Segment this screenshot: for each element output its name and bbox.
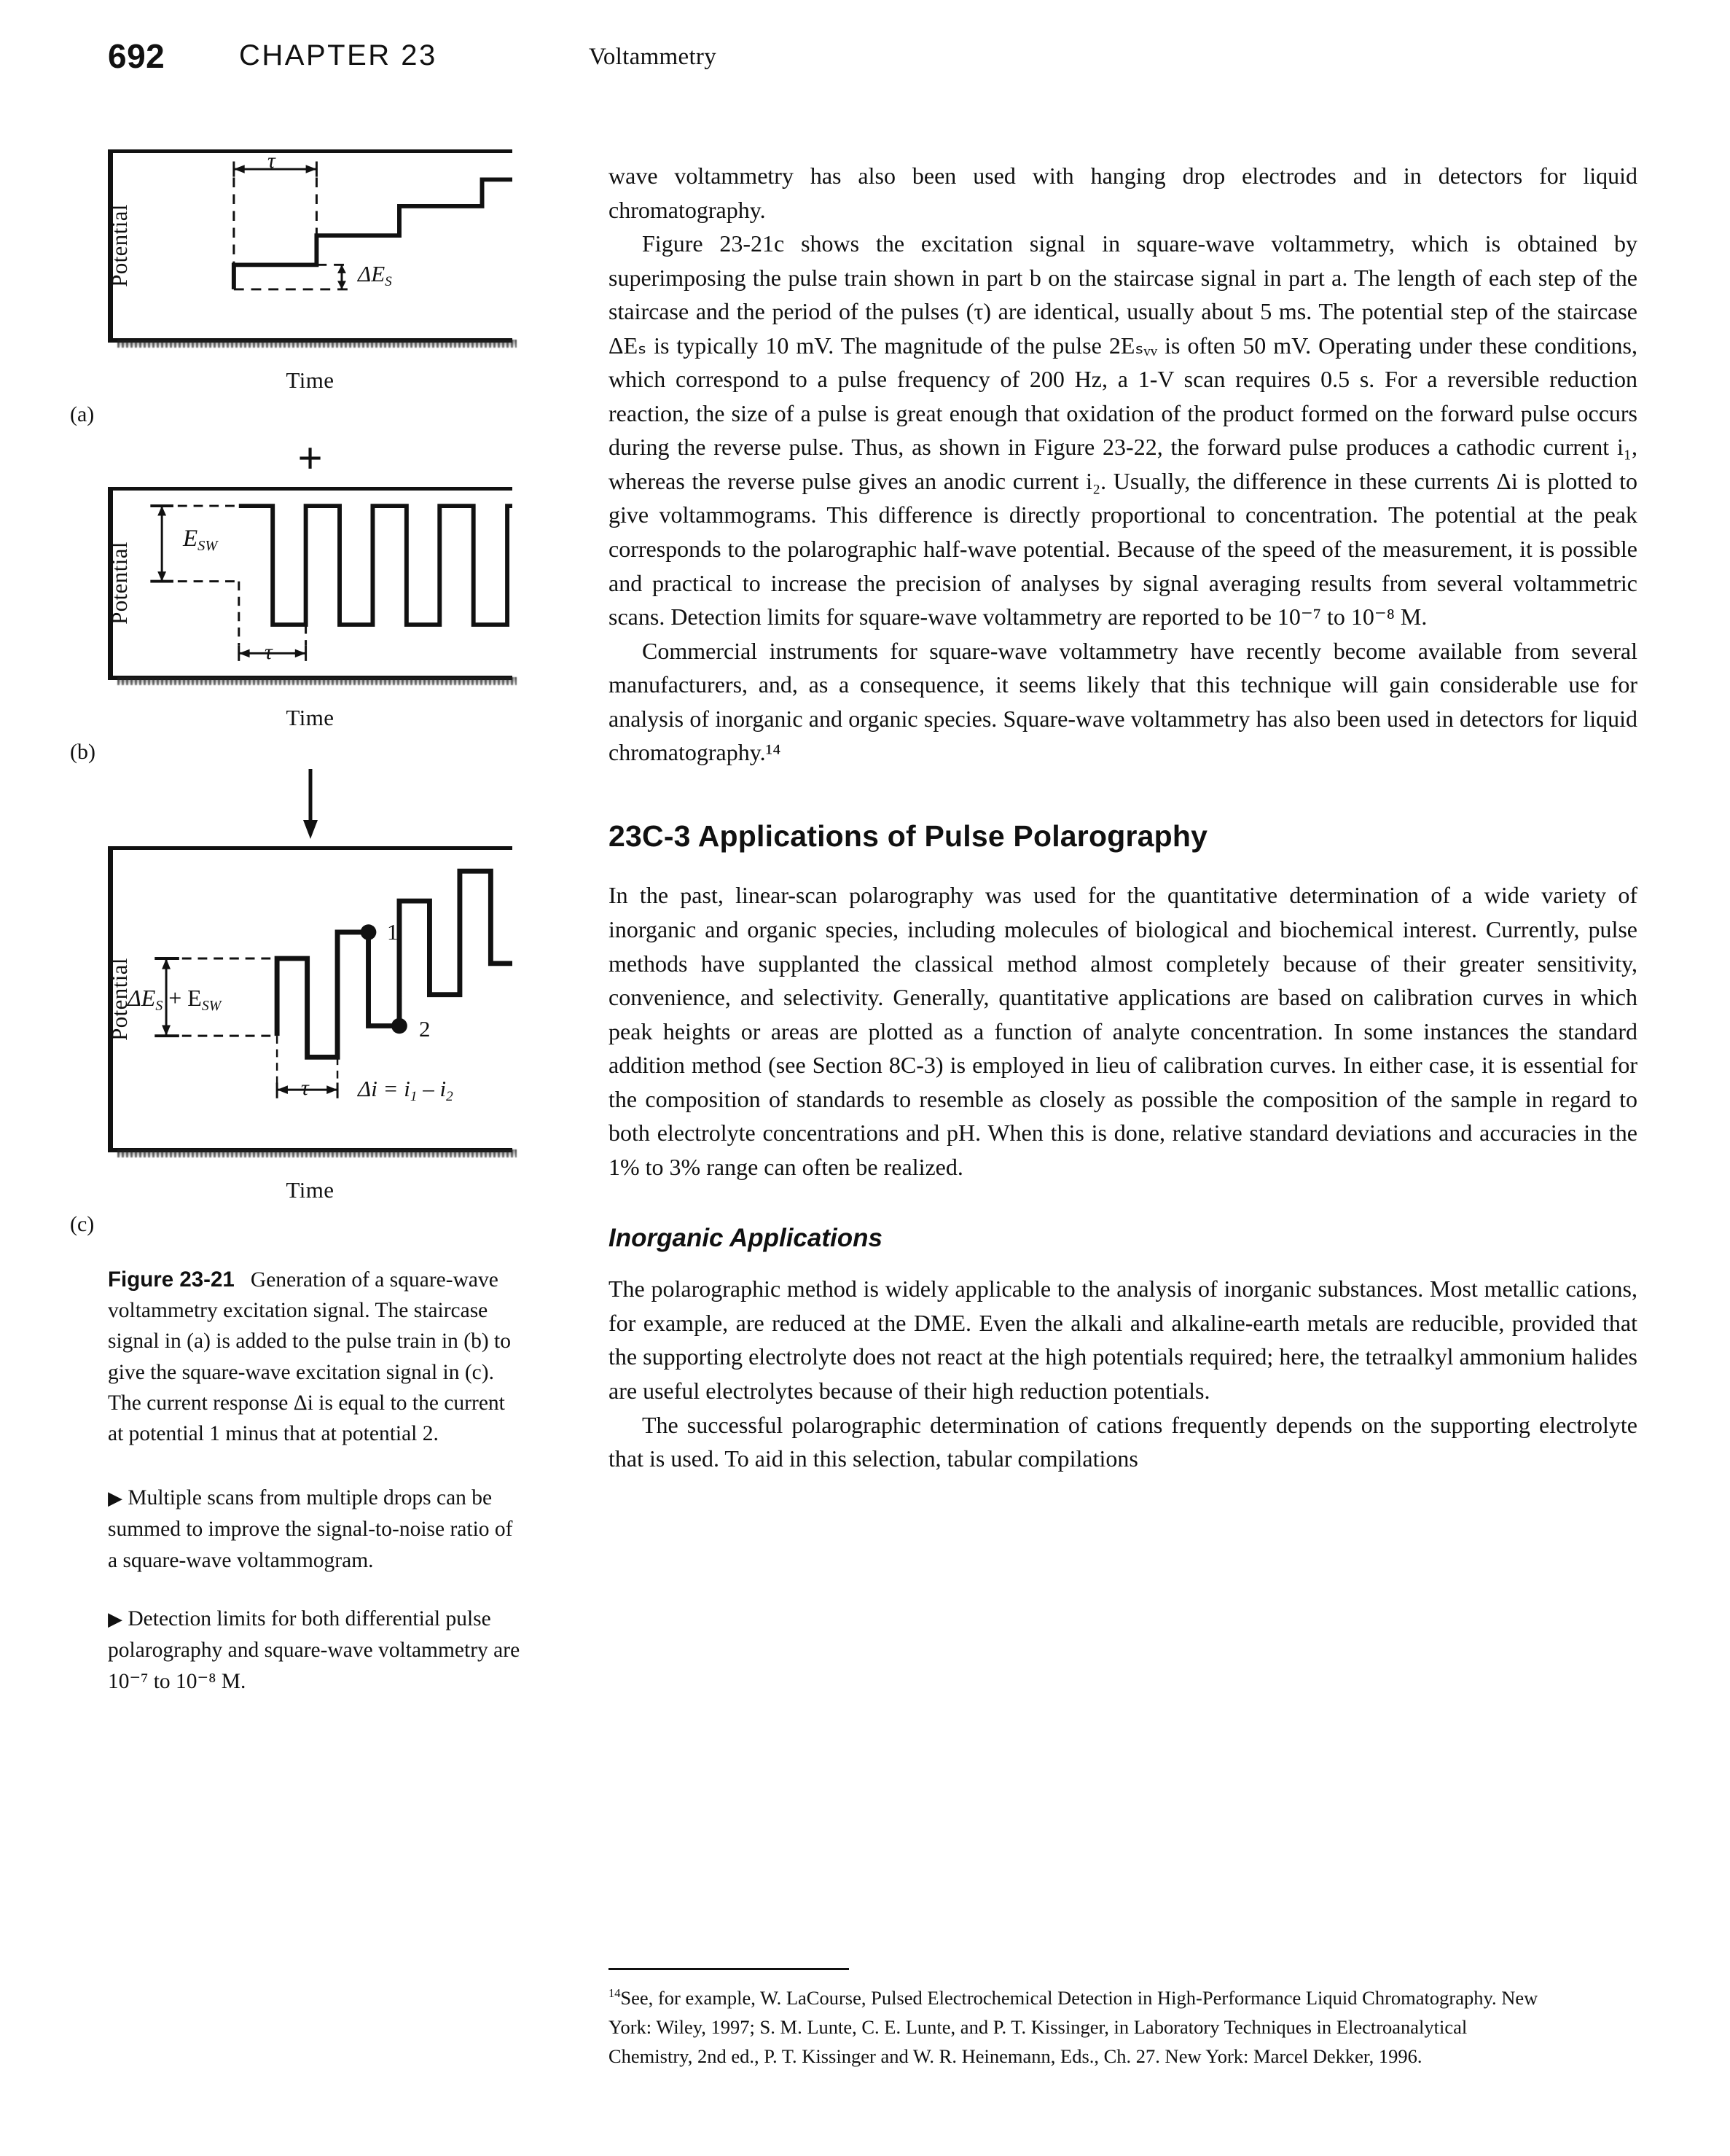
chapter-label: CHAPTER 23 [239,39,437,71]
down-arrow-operator [108,769,512,839]
panel-c-x-axis-label: Time [286,1177,334,1203]
body-paragraph: The successful polarographic determinati… [608,1411,1637,1472]
running-head: 692 CHAPTER 23 Voltammetry [108,36,982,87]
body-paragraph: wave voltammetry has also been used with… [608,163,1637,223]
margin-note-text: Detection limits for both differential p… [108,1607,520,1693]
figure-caption-text: Generation of a square-wave voltammetry … [108,1268,511,1445]
page-number: 692 [108,37,165,75]
section-heading: 23C-3 Applications of Pulse Polarography [608,819,1208,853]
figure-column: Potential τ ΔES Time (a) + Potential ESW… [70,149,560,1698]
body-paragraph: Figure 23-21c shows the excitation signa… [608,230,1637,630]
panel-a-staircase-waveform [231,161,512,291]
panel-b-period-label: τ [265,640,273,664]
panel-c-letter: (c) [70,1212,95,1236]
margin-note: ▶ Multiple scans from multiple drops can… [108,1483,522,1576]
panel-b-x-axis-label: Time [286,705,334,730]
figure-panel-c: Potential ΔES + ESW τ 1 2 Δi = i1 – i2 T… [70,846,516,1237]
panel-c-combined-step-label: ΔES + ESW [128,985,222,1014]
panel-a-letter: (a) [70,402,95,426]
panel-b-amplitude-label: ESW [183,526,218,555]
triangle-bullet-icon: ▶ [108,1609,122,1630]
figure-panel-b: Potential ESW τ Time (b) [70,487,516,765]
footnote-text: See, for example, W. LaCourse, Pulsed El… [608,1987,1538,2067]
margin-note: ▶ Detection limits for both differential… [108,1604,522,1697]
footnote-marker: 14 [608,1986,621,2001]
panel-b-pulse-train-waveform [150,504,512,661]
footnote-rule [608,1968,849,1970]
figure-panel-a: Potential τ ΔES Time (a) [70,149,516,427]
running-title: Voltammetry [589,44,717,70]
panel-c-point-2-label: 2 [419,1016,431,1042]
body-paragraph: Commercial instruments for square-wave v… [608,637,1637,766]
plus-operator: + [297,434,323,482]
panel-b-plot-area: Potential ESW τ [106,487,512,680]
figure-caption-label: Figure 23-21 [108,1268,235,1292]
panel-a-plot-area: Potential τ ΔES [106,149,512,343]
panel-b-letter: (b) [70,740,95,764]
panel-a-x-axis-label: Time [286,367,334,393]
textbook-page: 692 CHAPTER 23 Voltammetry Potential τ Δ… [0,0,1730,2156]
body-paragraph: In the past, linear-scan polarography wa… [608,882,1637,1180]
subsection-heading: Inorganic Applications [608,1224,882,1253]
panel-c-point-1-label: 1 [387,919,399,945]
footnote: 14See, for example, W. LaCourse, Pulsed … [608,1984,1556,2071]
body-column: wave voltammetry has also been used with… [608,159,1637,1476]
panel-a-period-label: τ [267,149,275,173]
panel-a-step-label: ΔES [358,261,392,289]
figure-caption: Figure 23-21 Generation of a square-wave… [108,1265,522,1449]
margin-note-text: Multiple scans from multiple drops can b… [108,1486,513,1572]
panel-c-period-label: τ [301,1076,309,1100]
body-paragraph: The polarographic method is widely appli… [608,1276,1637,1404]
triangle-bullet-icon: ▶ [108,1488,122,1509]
panel-c-plot-area: Potential ΔES + ESW τ 1 2 Δi = i1 – i2 [106,846,512,1152]
arrow-down-icon [302,769,318,839]
panel-c-delta-i-label: Δi = i1 – i2 [358,1076,453,1104]
